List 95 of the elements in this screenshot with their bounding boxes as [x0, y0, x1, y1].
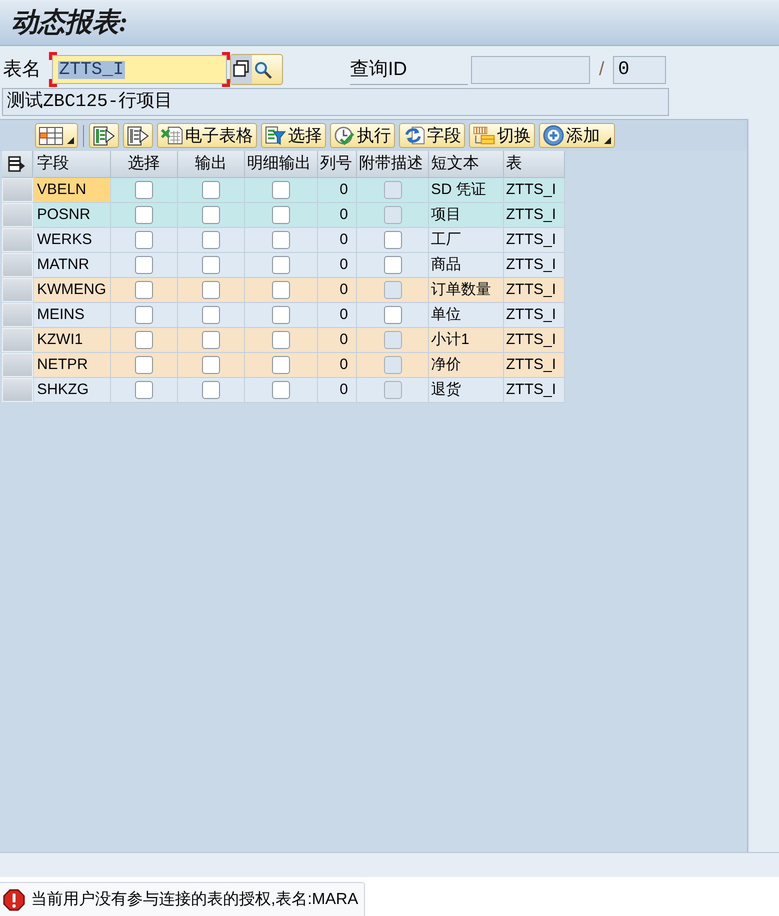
row-selector[interactable] [2, 303, 33, 327]
dropdown-icon [67, 137, 74, 144]
table-row[interactable]: KZWI1 0 小计1 ZTTS_I [34, 328, 565, 353]
column-header[interactable]: 选择 [111, 151, 178, 178]
checkbox[interactable] [384, 231, 402, 249]
toolbar-button[interactable]: 切换 [469, 123, 535, 148]
copy-icon [231, 55, 252, 84]
checkbox[interactable] [135, 256, 153, 274]
checkbox[interactable] [272, 356, 290, 374]
checkbox[interactable] [272, 331, 290, 349]
column-header[interactable]: 列号 [318, 151, 357, 178]
toolbar-button[interactable] [89, 123, 119, 148]
checkbox[interactable] [135, 281, 153, 299]
checkbox[interactable] [202, 331, 220, 349]
column-header[interactable]: 附带描述 [357, 151, 429, 178]
value-help-button[interactable] [230, 54, 283, 85]
toolbar-button[interactable]: 选择 [261, 123, 326, 148]
checkbox[interactable] [384, 306, 402, 324]
toolbar-menu-button[interactable]: 添加 [539, 123, 615, 148]
column-header[interactable]: 表 [504, 151, 565, 178]
column-header[interactable]: 短文本 [429, 151, 504, 178]
checkbox[interactable] [135, 231, 153, 249]
checkbox[interactable] [135, 306, 153, 324]
row-selector[interactable] [2, 278, 33, 302]
checkbox[interactable] [272, 381, 290, 399]
checkbox[interactable] [135, 381, 153, 399]
spreadsheet-icon [161, 126, 183, 145]
list-arrow-icon [93, 126, 115, 146]
table-row[interactable]: POSNR 0 项目 ZTTS_I [34, 203, 565, 228]
row-selector[interactable] [2, 203, 33, 227]
checkbox[interactable] [202, 231, 220, 249]
page-title: 动态报表: [11, 6, 128, 40]
checkbox[interactable] [272, 206, 290, 224]
table-cell: 0 [318, 378, 357, 403]
checkbox[interactable] [272, 306, 290, 324]
description-field[interactable]: 测试ZBC125-行项目 [2, 88, 669, 116]
toolbar-button[interactable]: 电子表格 [157, 123, 257, 148]
checkbox[interactable] [202, 281, 220, 299]
clock-check-icon [334, 126, 355, 146]
error-icon [3, 888, 25, 910]
row-selector[interactable] [2, 378, 33, 402]
checkbox[interactable] [272, 181, 290, 199]
checkbox[interactable] [135, 356, 153, 374]
table-row[interactable]: SHKZG 0 退货 ZTTS_I [34, 378, 565, 403]
separator-text: / [599, 60, 606, 79]
table-row[interactable]: MATNR 0 商品 ZTTS_I [34, 253, 565, 278]
list-arrow-icon [8, 156, 26, 172]
list-arrow-icon [127, 126, 149, 146]
table-cell: SHKZG [34, 378, 111, 403]
toolbar-button[interactable]: 执行 [330, 123, 395, 148]
table-name-label: 表名 [2, 60, 42, 79]
checkbox[interactable] [135, 331, 153, 349]
status-message: 当前用户没有参与连接的表的授权,表名:MARA [0, 882, 366, 916]
column-settings-button[interactable] [2, 151, 33, 178]
row-selector[interactable] [2, 228, 33, 252]
refresh-icon [403, 126, 425, 145]
checkbox[interactable] [272, 231, 290, 249]
table-cell: VBELN [34, 178, 111, 203]
table-row[interactable]: MEINS 0 单位 ZTTS_I [34, 303, 565, 328]
count-field[interactable]: 0 [613, 56, 666, 84]
column-header[interactable]: 字段 [34, 151, 111, 178]
checkbox[interactable] [202, 306, 220, 324]
toolbar-button[interactable]: 字段 [399, 123, 465, 148]
row-selector[interactable] [2, 328, 33, 352]
query-id-label: 查询ID [350, 54, 468, 84]
search-icon [254, 60, 272, 78]
checkbox[interactable] [384, 256, 402, 274]
table-row[interactable]: VBELN 0 SD 凭证 ZTTS_I [34, 178, 565, 203]
checkbox[interactable] [202, 181, 220, 199]
checkbox[interactable] [202, 206, 220, 224]
toolbar-menu-button[interactable] [35, 123, 78, 148]
checkbox[interactable] [202, 256, 220, 274]
table-row[interactable]: WERKS 0 工厂 ZTTS_I [34, 228, 565, 253]
row-selector[interactable] [2, 253, 33, 277]
checkbox[interactable] [202, 381, 220, 399]
table-row[interactable]: NETPR 0 净价 ZTTS_I [34, 353, 565, 378]
row-selector[interactable] [2, 353, 33, 377]
checkbox[interactable] [272, 256, 290, 274]
column-header[interactable]: 输出 [178, 151, 245, 178]
dropdown-icon [604, 137, 611, 144]
checkbox[interactable] [135, 206, 153, 224]
query-id-field[interactable] [471, 56, 590, 84]
table-layout-icon [39, 126, 63, 144]
plus-circle-icon [543, 125, 564, 146]
table-cell: ZTTS_I [504, 378, 565, 403]
filter-icon [265, 126, 286, 145]
columns-icon [473, 126, 495, 145]
table-row[interactable]: KWMENG 0 订单数量 ZTTS_I [34, 278, 565, 303]
checkbox[interactable] [202, 356, 220, 374]
toolbar-button[interactable] [123, 123, 153, 148]
checkbox[interactable] [272, 281, 290, 299]
table-cell: 退货 [429, 378, 504, 403]
column-header[interactable]: 明细输出 [245, 151, 318, 178]
input-field[interactable]: ZTTS_I [49, 52, 230, 87]
checkbox[interactable] [135, 181, 153, 199]
